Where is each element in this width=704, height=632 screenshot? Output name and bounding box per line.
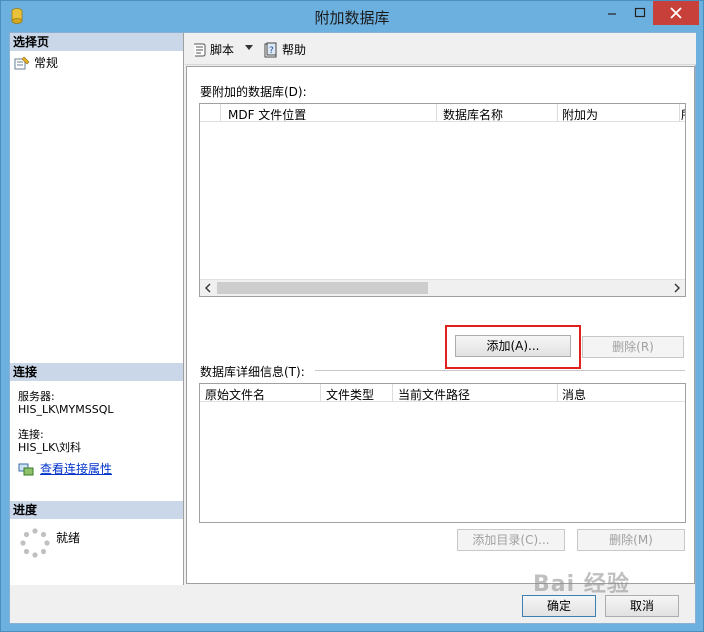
column-owner[interactable]: 所 — [681, 106, 685, 123]
nav-item-general-label: 常规 — [34, 56, 59, 70]
column-mdf-location[interactable]: MDF 文件位置 — [228, 106, 306, 123]
scrollbar-thumb[interactable] — [217, 282, 428, 294]
help-label: 帮助 — [282, 43, 307, 57]
progress-status: 就绪 — [56, 531, 81, 545]
dialog-client-area: 选择页 常规 连接 服务器: HIS_LK\MYMSSQL 连接: HIS_LK… — [9, 32, 696, 624]
column-original-filename[interactable]: 原始文件名 — [205, 386, 265, 403]
view-connection-properties-label: 查看连接属性 — [40, 462, 113, 476]
connection-header: 连接 — [10, 363, 183, 381]
add-database-button[interactable]: 添加(A)... — [455, 335, 571, 357]
horizontal-scrollbar[interactable] — [200, 279, 685, 296]
scroll-left-icon[interactable] — [200, 280, 216, 296]
database-details-grid[interactable]: 原始文件名 文件类型 当前文件路径 消息 — [199, 383, 686, 523]
close-icon — [670, 7, 682, 19]
cancel-button[interactable]: 取消 — [605, 595, 679, 617]
column-file-type[interactable]: 文件类型 — [326, 386, 374, 403]
column-divider — [436, 104, 437, 122]
view-connection-properties-link[interactable]: 查看连接属性 — [18, 460, 112, 477]
attach-grid-header: MDF 文件位置 数据库名称 附加为 所 — [200, 104, 685, 122]
close-button[interactable] — [653, 1, 699, 25]
remove-database-button[interactable]: 删除(R) — [582, 336, 684, 358]
maximize-button[interactable] — [627, 1, 653, 25]
column-attach-as[interactable]: 附加为 — [562, 106, 598, 123]
server-label: 服务器: — [18, 390, 55, 403]
left-pane: 选择页 常规 连接 服务器: HIS_LK\MYMSSQL 连接: HIS_LK… — [10, 33, 184, 585]
help-icon: ? — [264, 42, 277, 57]
main-content: 要附加的数据库(D): MDF 文件位置 数据库名称 附加为 所 — [186, 66, 695, 584]
script-label: 脚本 — [210, 43, 235, 57]
column-database-name[interactable]: 数据库名称 — [443, 106, 503, 123]
minimize-icon — [608, 13, 616, 15]
minimize-button[interactable] — [599, 1, 625, 25]
connection-properties-icon — [18, 463, 34, 475]
toolbar: 脚本 ? 帮助 — [185, 33, 696, 65]
attach-databases-grid[interactable]: MDF 文件位置 数据库名称 附加为 所 — [199, 103, 686, 297]
column-divider — [320, 384, 321, 402]
maximize-icon — [634, 7, 646, 18]
column-message[interactable]: 消息 — [562, 386, 586, 403]
scroll-right-icon[interactable] — [669, 280, 685, 296]
add-catalog-button[interactable]: 添加目录(C)... — [457, 529, 565, 551]
column-divider — [220, 104, 221, 122]
connection-value: HIS_LK\刘科 — [18, 441, 82, 454]
progress-header: 进度 — [10, 501, 183, 519]
column-divider — [557, 104, 558, 122]
dialog-footer: 确定 取消 — [10, 585, 695, 623]
help-button[interactable]: ? 帮助 — [263, 41, 306, 58]
database-details-label: 数据库详细信息(T): — [200, 365, 305, 379]
ok-button[interactable]: 确定 — [522, 595, 596, 617]
details-grid-header: 原始文件名 文件类型 当前文件路径 消息 — [200, 384, 685, 402]
window-title: 附加数据库 — [314, 9, 390, 27]
attach-databases-label: 要附加的数据库(D): — [200, 85, 307, 99]
page-settings-icon — [14, 56, 30, 69]
server-value: HIS_LK\MYMSSQL — [18, 403, 114, 416]
column-divider — [392, 384, 393, 402]
script-button[interactable]: 脚本 — [191, 41, 234, 58]
chevron-down-icon — [245, 45, 253, 50]
select-page-header: 选择页 — [10, 33, 183, 51]
svg-text:?: ? — [269, 46, 274, 56]
progress-spinner-icon — [20, 528, 50, 558]
title-bar: 附加数据库 — [1, 1, 703, 32]
attach-database-window: 附加数据库 选择页 常规 连接 服务器: HIS_LK\MYMSSQL 连接: … — [0, 0, 704, 632]
column-divider — [557, 384, 558, 402]
remove-details-button[interactable]: 删除(M) — [577, 529, 685, 551]
connection-label: 连接: — [18, 428, 44, 441]
details-separator — [315, 370, 685, 371]
nav-item-general[interactable]: 常规 — [14, 54, 58, 71]
column-divider — [679, 104, 680, 122]
column-current-file-path[interactable]: 当前文件路径 — [398, 386, 470, 403]
script-icon — [194, 43, 206, 56]
script-dropdown-arrow[interactable] — [245, 45, 253, 51]
